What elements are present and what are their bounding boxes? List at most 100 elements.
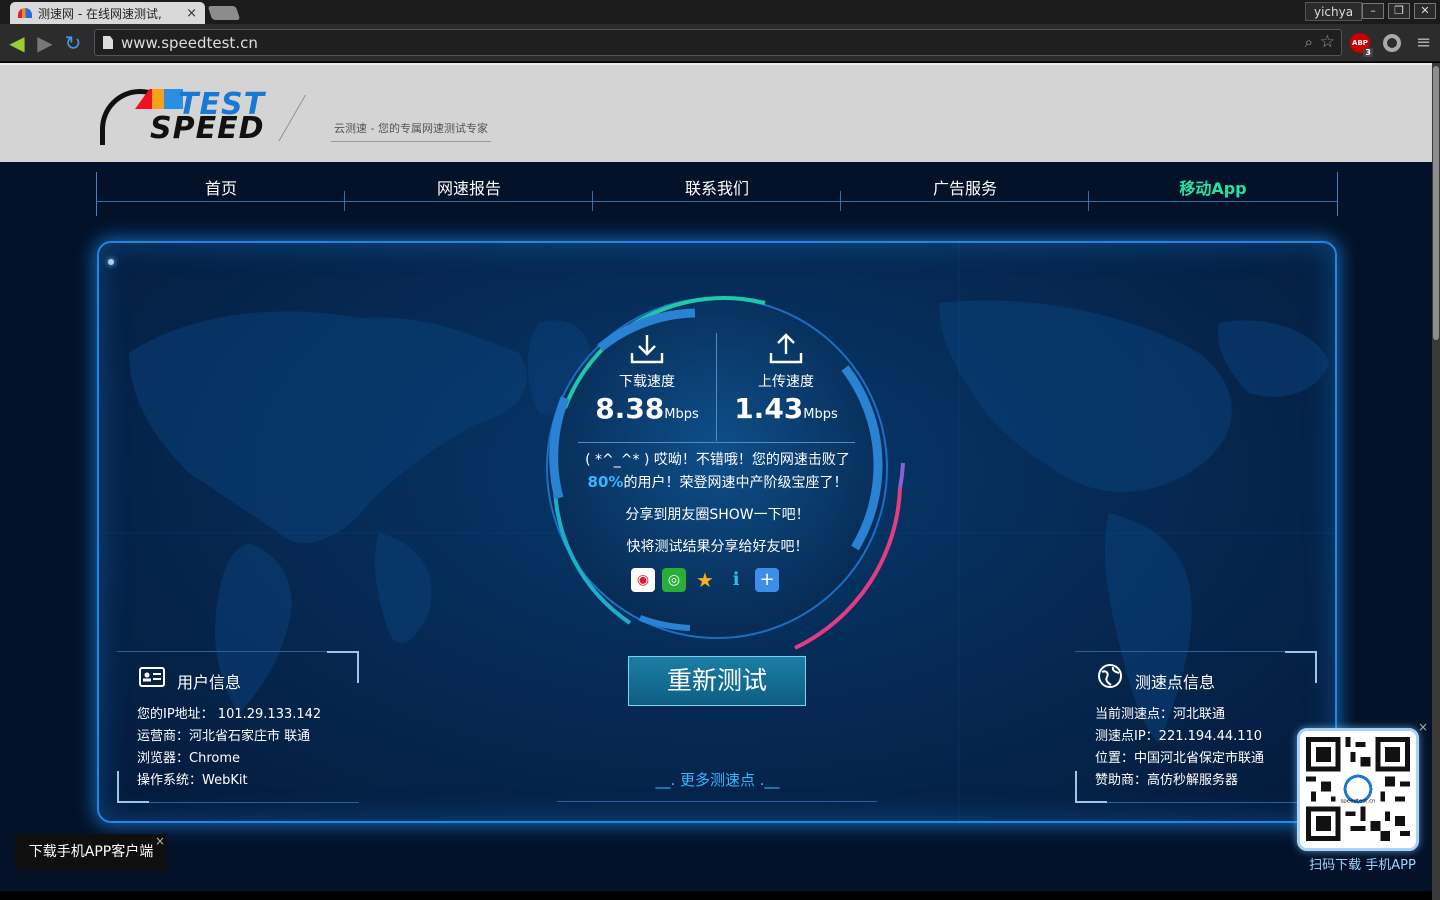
download-app-banner[interactable]: 下载手机APP客户端 [15, 834, 167, 871]
browser-tab[interactable]: 测速网 - 在线网速测试, × [10, 2, 205, 24]
speedtest-logo[interactable]: TEST SPEED [100, 87, 296, 147]
back-arrow-icon[interactable]: ◀ [4, 30, 30, 56]
profile-name[interactable]: yichya [1305, 2, 1363, 21]
address-bar[interactable]: www.speedtest.cn ⌕ ☆ [94, 29, 1342, 56]
tagline: 云测速 - 您的专属网速测试专家 [334, 122, 488, 135]
box-corner [327, 651, 359, 683]
box-bottom-line [149, 802, 359, 803]
scrollbar-thumb[interactable] [1433, 66, 1439, 340]
upload-block: 上传速度 1.43Mbps [716, 333, 856, 433]
tencent-weibo-icon[interactable]: ℹ [724, 568, 748, 592]
nav-divider [592, 191, 593, 211]
server-current: 当前测速点：河北联通 [1095, 707, 1226, 722]
result-message-line2: 80%的用户！荣登网速中产阶级宝座了！ [575, 471, 860, 494]
app-banner-close-icon[interactable]: × [155, 834, 165, 848]
speed-divider-horizontal [578, 442, 855, 443]
nav-ads[interactable]: 广告服务 [841, 172, 1089, 216]
page-viewport: TEST SPEED 云测速 - 您的专属网速测试专家 首页 网速报告 联系我们… [0, 63, 1432, 900]
url-text[interactable]: www.speedtest.cn [121, 30, 258, 57]
nav-contact[interactable]: 联系我们 [593, 172, 841, 216]
user-browser: 浏览器：Chrome [137, 751, 240, 766]
wechat-icon[interactable]: ◎ [662, 568, 686, 592]
download-icon [630, 335, 664, 364]
nav-speed-report[interactable]: 网速报告 [345, 172, 593, 216]
bookmark-star-icon[interactable]: ☆ [1320, 32, 1335, 52]
box-top-line [1075, 651, 1285, 652]
share-prompt-1: 分享到朋友圈SHOW一下吧！ [625, 507, 810, 523]
retest-button[interactable]: 重新测试 [628, 656, 806, 706]
result-message: ( *^_^* ) 哎呦！不错哦！您的网速击败了 80%的用户！荣登网速中产阶级… [575, 449, 860, 494]
footer-strip [0, 891, 1432, 900]
more-points-divider [557, 801, 877, 802]
browser-toolbar: ◀ ▶ ↻ www.speedtest.cn ⌕ ☆ ABP 3 ≡ [0, 24, 1440, 62]
user-isp: 运营商：河北省石家庄市 联通 [137, 729, 311, 744]
logo-text-bottom: SPEED [150, 111, 265, 146]
download-label: 下载速度 [619, 374, 675, 390]
reload-icon[interactable]: ↻ [60, 30, 86, 56]
nav-divider [840, 191, 841, 211]
page-icon [103, 36, 113, 49]
app-qr-code[interactable]: speedtest.cn [1297, 728, 1419, 851]
forward-arrow-icon[interactable]: ▶ [32, 30, 58, 56]
adblock-label: ABP [1352, 39, 1368, 47]
adblock-count: 3 [1363, 48, 1373, 57]
main-nav: 首页 网速报告 联系我们 广告服务 移动App [96, 172, 1338, 216]
nav-underline [96, 201, 1338, 202]
nav-home[interactable]: 首页 [97, 172, 345, 216]
server-location: 位置：中国河北省保定市联通 [1095, 751, 1265, 766]
upload-value: 1.43 [734, 392, 804, 425]
user-os: 操作系统：WebKit [137, 773, 248, 788]
weibo-icon[interactable]: ◉ [631, 568, 655, 592]
download-block: 下载速度 8.38Mbps [577, 333, 717, 433]
server-info-box: 测速点信息 当前测速点：河北联通 测速点IP：221.194.44.110 位置… [1075, 651, 1317, 803]
id-card-icon [139, 667, 165, 687]
tab-close-icon[interactable]: × [186, 6, 197, 21]
download-unit: Mbps [664, 407, 699, 422]
adblock-icon[interactable]: ABP 3 [1350, 33, 1373, 57]
server-info-title: 测速点信息 [1135, 673, 1216, 692]
nav-divider [344, 191, 345, 211]
server-sponsor: 赞助商：高仿秒解服务器 [1095, 773, 1239, 788]
speed-divider-vertical [716, 333, 717, 441]
panel-indicator-dot [108, 259, 114, 265]
tab-title: 测速网 - 在线网速测试, [38, 6, 162, 21]
user-info-box: 用户信息 您的IP地址： 101.29.133.142 运营商：河北省石家庄市 … [117, 651, 359, 803]
browser-menu-icon[interactable]: ≡ [1416, 32, 1431, 53]
nav-mobile-app[interactable]: 移动App [1089, 172, 1337, 216]
site-favicon-icon [18, 8, 32, 18]
download-value: 8.38 [595, 392, 665, 425]
qr-close-icon[interactable]: × [1418, 720, 1428, 734]
result-message-line1: ( *^_^* ) 哎呦！不错哦！您的网速击败了 [585, 452, 850, 468]
qr-caption: 扫码下载 手机APP [1309, 858, 1416, 873]
box-corner [1285, 651, 1317, 683]
box-bottom-line [1107, 802, 1317, 803]
site-header: TEST SPEED 云测速 - 您的专属网速测试专家 [0, 63, 1432, 162]
tab-strip: 测速网 - 在线网速测试, × yichya – ❐ ✕ [0, 0, 1440, 24]
qr-logo-text: speedtest.cn [1340, 798, 1375, 804]
server-ip: 测速点IP：221.194.44.110 [1095, 729, 1263, 744]
beat-percentage: 80% [587, 473, 624, 491]
result-message-line2-text: 的用户！荣登网速中产阶级宝座了！ [623, 475, 848, 491]
upload-unit: Mbps [803, 407, 838, 422]
upload-icon [769, 333, 803, 364]
more-share-icon[interactable]: + [755, 568, 779, 592]
share-prompt-2: 快将测试结果分享给好友吧！ [626, 539, 809, 555]
zoom-icon[interactable]: ⌕ [1305, 33, 1313, 51]
box-top-line [117, 651, 327, 652]
upload-label: 上传速度 [758, 374, 814, 390]
more-test-points-link[interactable]: __. 更多测速点 .__ [640, 769, 795, 790]
user-info-title: 用户信息 [177, 673, 242, 692]
qzone-icon[interactable]: ★ [693, 568, 717, 592]
qr-code-icon: speedtest.cn [1306, 737, 1410, 841]
user-ip: 您的IP地址： 101.29.133.142 [137, 707, 322, 722]
new-tab-button[interactable] [207, 6, 241, 20]
download-speed: 8.38Mbps [577, 391, 717, 433]
nav-divider [1088, 191, 1089, 211]
window-close-button[interactable]: ✕ [1414, 3, 1436, 19]
minimize-button[interactable]: – [1362, 3, 1384, 19]
server-globe-icon [1098, 664, 1122, 688]
extension-icon[interactable] [1383, 34, 1401, 52]
tagline-underline [331, 141, 491, 142]
upload-speed: 1.43Mbps [716, 391, 856, 433]
restore-button[interactable]: ❐ [1388, 3, 1410, 19]
